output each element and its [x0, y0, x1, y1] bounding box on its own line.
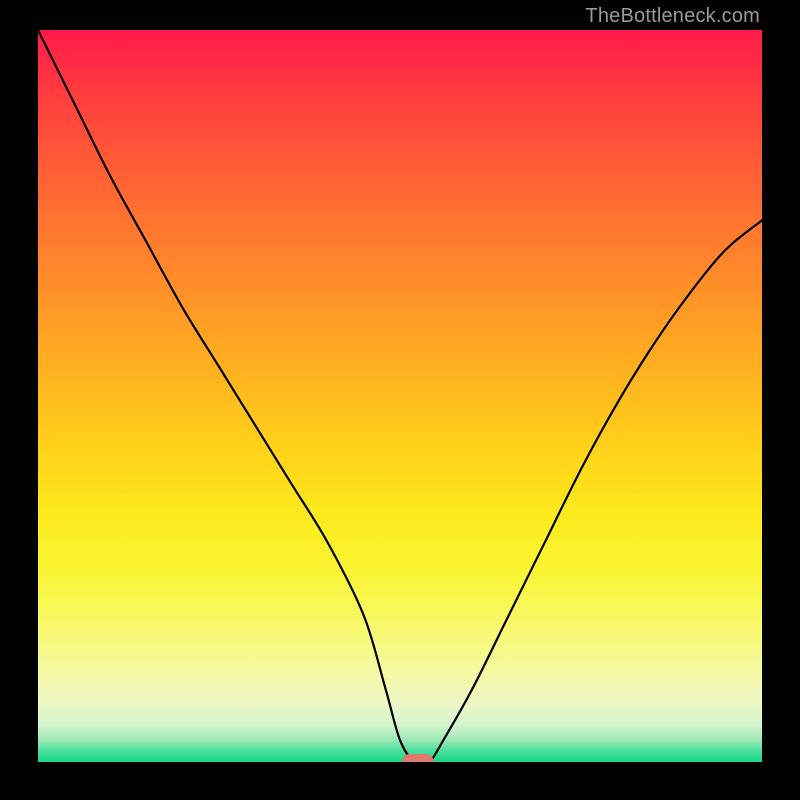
bottleneck-curve	[38, 30, 762, 762]
watermark-text: TheBottleneck.com	[585, 5, 760, 28]
plot-area	[38, 30, 762, 762]
optimal-point-marker	[402, 754, 434, 762]
chart-frame: TheBottleneck.com	[0, 0, 800, 800]
